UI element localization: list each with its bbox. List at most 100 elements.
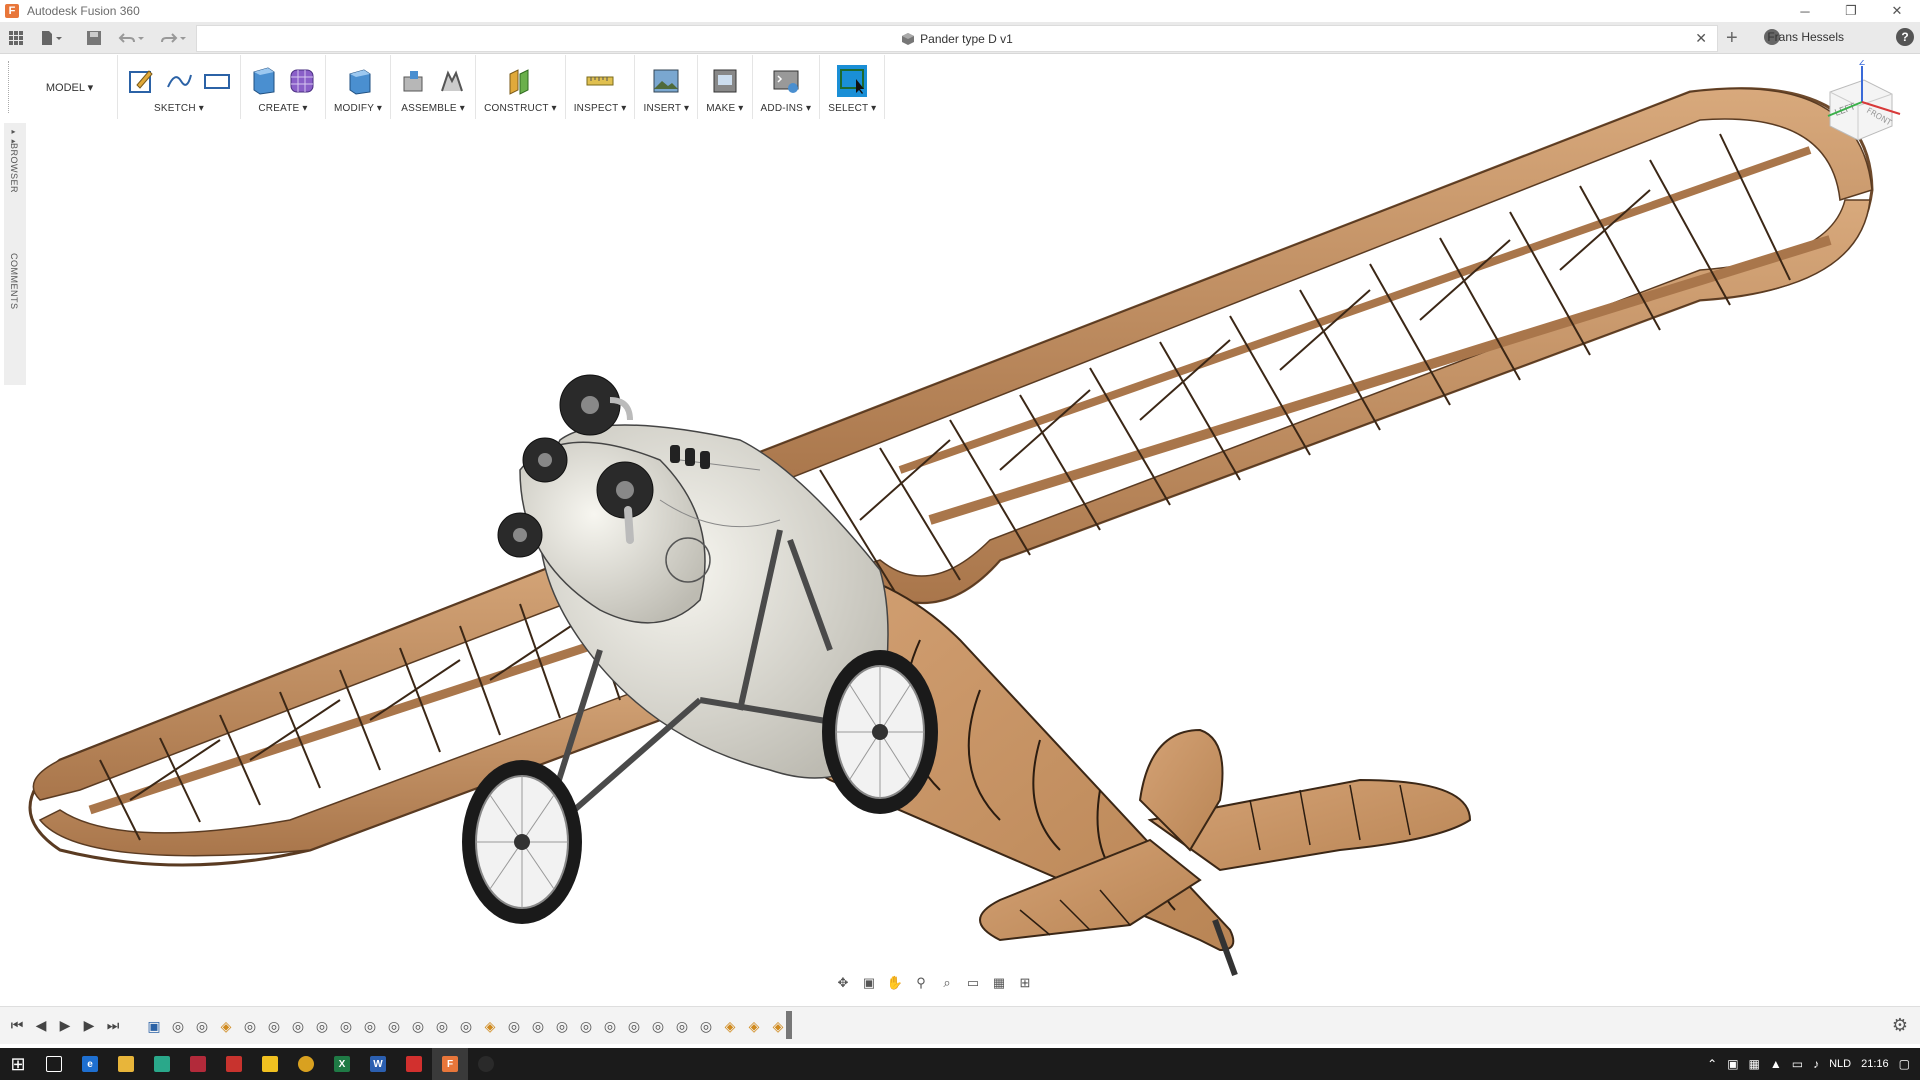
timeline-marker[interactable]	[786, 1011, 792, 1039]
clock[interactable]: 21:16	[1861, 1058, 1889, 1070]
file-explorer-icon[interactable]	[108, 1048, 144, 1080]
redo-icon[interactable]	[160, 28, 188, 48]
timeline-component-icon[interactable]: ◎	[456, 1017, 476, 1035]
tray-expand-icon[interactable]: ⌃	[1707, 1057, 1717, 1071]
workspace-switcher[interactable]: MODEL ▾	[22, 55, 118, 119]
fusion-taskbar-icon[interactable]: F	[432, 1048, 468, 1080]
tab-close-button[interactable]: ✕	[1695, 30, 1707, 47]
excel-icon[interactable]: X	[324, 1048, 360, 1080]
timeline-component-icon[interactable]: ◎	[552, 1017, 572, 1035]
toolbar-grip[interactable]	[8, 61, 18, 113]
volume-icon[interactable]: ♪	[1813, 1057, 1819, 1071]
create-sketch-icon[interactable]	[126, 65, 156, 97]
press-pull-icon[interactable]	[343, 65, 373, 97]
3d-print-icon[interactable]	[710, 65, 740, 97]
make-group[interactable]: MAKE ▾	[698, 55, 753, 119]
input-language[interactable]: NLD	[1829, 1058, 1851, 1070]
timeline-move-icon[interactable]: ◈	[744, 1017, 764, 1035]
notifications-icon[interactable]: ▢	[1899, 1057, 1910, 1071]
model-viewport[interactable]	[0, 0, 1920, 1000]
add-ins-group[interactable]: ADD-INS ▾	[753, 55, 821, 119]
new-tab-button[interactable]: +	[1726, 27, 1738, 49]
timeline-move-icon[interactable]: ◈	[216, 1017, 236, 1035]
spline-icon[interactable]	[164, 65, 194, 97]
go-to-end-icon[interactable]: ⏭	[106, 1017, 120, 1034]
timeline-component-icon[interactable]: ◎	[360, 1017, 380, 1035]
edge-icon[interactable]: e	[72, 1048, 108, 1080]
app-icon-dark[interactable]	[468, 1048, 504, 1080]
timeline-component-icon[interactable]: ◎	[696, 1017, 716, 1035]
start-button-icon[interactable]: ⊞	[0, 1048, 36, 1080]
measure-icon[interactable]	[585, 65, 615, 97]
timeline-component-icon[interactable]: ◎	[600, 1017, 620, 1035]
undo-icon[interactable]	[118, 28, 146, 48]
scripts-icon[interactable]	[771, 65, 801, 97]
step-forward-icon[interactable]: ▶	[82, 1017, 96, 1034]
rectangle-icon[interactable]	[202, 65, 232, 97]
timeline-component-icon[interactable]: ◎	[240, 1017, 260, 1035]
right-wheel[interactable]	[822, 650, 938, 814]
timeline-move-icon[interactable]: ◈	[480, 1017, 500, 1035]
task-view-icon[interactable]	[36, 1048, 72, 1080]
timeline-component-icon[interactable]: ◎	[336, 1017, 356, 1035]
assemble-group[interactable]: ASSEMBLE ▾	[391, 55, 477, 119]
grid-settings-icon[interactable]: ▦	[988, 974, 1010, 992]
timeline-settings-icon[interactable]: ⚙	[1892, 1015, 1908, 1036]
step-back-icon[interactable]: ◀	[34, 1017, 48, 1034]
view-cube[interactable]: LEFT FRONT Z	[1808, 60, 1914, 160]
app-icon-red[interactable]	[216, 1048, 252, 1080]
zoom-icon[interactable]: ⚲	[910, 974, 932, 992]
form-icon[interactable]	[287, 65, 317, 97]
comments-tab[interactable]: COMMENTS	[9, 253, 19, 310]
timeline-component-icon[interactable]: ◎	[288, 1017, 308, 1035]
select-cursor-icon[interactable]	[837, 65, 868, 97]
insert-group[interactable]: INSERT ▾	[635, 55, 699, 119]
timeline-component-icon[interactable]: ◎	[192, 1017, 212, 1035]
tray-app-icon[interactable]: ▲	[1770, 1057, 1782, 1071]
tray-app-icon[interactable]: ▣	[1727, 1057, 1738, 1071]
viewports-icon[interactable]: ⊞	[1014, 974, 1036, 992]
app-icon-media[interactable]	[180, 1048, 216, 1080]
offset-plane-icon[interactable]	[505, 65, 535, 97]
user-account[interactable]: Frans Hessels	[1767, 30, 1844, 44]
word-icon[interactable]: W	[360, 1048, 396, 1080]
chrome-icon[interactable]	[288, 1048, 324, 1080]
go-to-start-icon[interactable]: ⏮	[10, 1017, 24, 1034]
timeline-component-icon[interactable]: ◎	[264, 1017, 284, 1035]
timeline-component-icon[interactable]: ◎	[312, 1017, 332, 1035]
timeline-component-icon[interactable]: ◎	[576, 1017, 596, 1035]
app-icon-green[interactable]	[144, 1048, 180, 1080]
save-icon[interactable]	[86, 28, 102, 48]
network-icon[interactable]: ▭	[1792, 1057, 1803, 1071]
timeline-move-icon[interactable]: ◈	[720, 1017, 740, 1035]
select-group[interactable]: SELECT ▾	[820, 55, 886, 119]
timeline-component-icon[interactable]: ◎	[408, 1017, 428, 1035]
look-at-icon[interactable]: ▣	[858, 974, 880, 992]
play-icon[interactable]: ▶	[58, 1017, 72, 1034]
inspect-group[interactable]: INSPECT ▾	[566, 55, 636, 119]
timeline-component-icon[interactable]: ◎	[672, 1017, 692, 1035]
timeline-component-icon[interactable]: ◎	[648, 1017, 668, 1035]
timeline-component-icon[interactable]: ◎	[504, 1017, 524, 1035]
construct-group[interactable]: CONSTRUCT ▾	[476, 55, 566, 119]
fit-icon[interactable]: ⌕	[936, 974, 958, 992]
document-tab[interactable]: Pander type D v1 ✕	[196, 25, 1718, 52]
right-wing[interactable]	[737, 87, 1874, 604]
new-component-icon[interactable]	[399, 65, 429, 97]
timeline-component-icon[interactable]: ◎	[384, 1017, 404, 1035]
extrude-icon[interactable]	[249, 65, 279, 97]
timeline-sketch-icon[interactable]: ▣	[144, 1017, 164, 1035]
create-group[interactable]: CREATE ▾	[241, 55, 326, 119]
joint-icon[interactable]	[437, 65, 467, 97]
timeline-component-icon[interactable]: ◎	[432, 1017, 452, 1035]
restore-button[interactable]: ❐	[1828, 0, 1874, 22]
browser-tab[interactable]: BROWSER	[9, 143, 19, 193]
app-grid-icon[interactable]	[8, 28, 24, 48]
sketch-group[interactable]: SKETCH ▾	[118, 55, 241, 119]
file-menu-icon[interactable]	[40, 28, 64, 48]
timeline-component-icon[interactable]: ◎	[528, 1017, 548, 1035]
modify-group[interactable]: MODIFY ▾	[326, 55, 392, 119]
timeline-move-icon[interactable]: ◈	[768, 1017, 788, 1035]
help-icon[interactable]: ?	[1896, 28, 1914, 46]
display-settings-icon[interactable]: ▭	[962, 974, 984, 992]
